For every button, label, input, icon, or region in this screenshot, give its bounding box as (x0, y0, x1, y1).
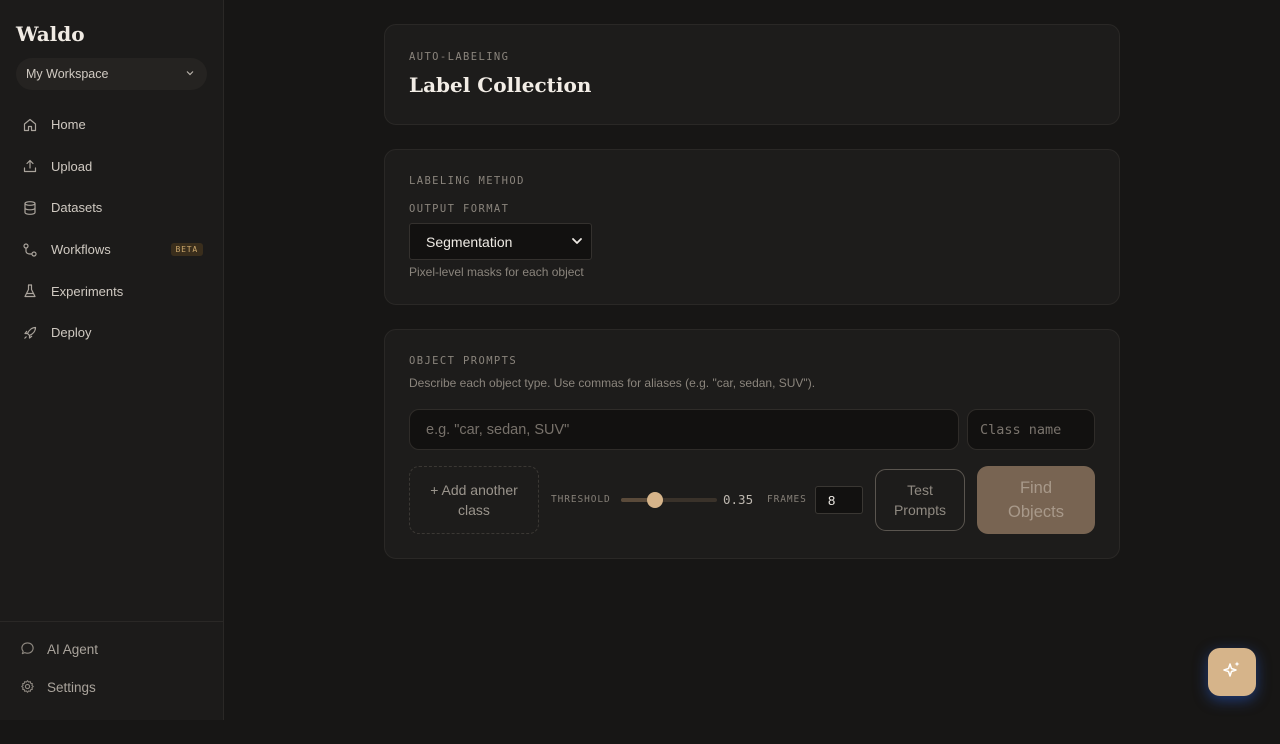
prompt-input-placeholder: e.g. "car, sedan, SUV" (426, 421, 570, 438)
output-format-select[interactable]: Segmentation (409, 223, 592, 260)
beta-badge: BETA (170, 242, 203, 256)
sidebar-item-label: AI Agent (47, 641, 99, 657)
sidebar-footer: AI Agent Settings (0, 621, 224, 706)
object-prompts-heading: OBJECT PROMPTS (409, 355, 518, 367)
labeling-method-heading: LABELING METHOD (409, 175, 525, 187)
sidebar-item-label: Home (51, 117, 86, 133)
chat-bubble-icon (20, 641, 36, 657)
test-prompts-label-line1: Test (907, 482, 933, 498)
find-objects-label-line1: Find (1019, 479, 1053, 497)
sidebar-item-deploy[interactable]: Deploy (16, 312, 207, 354)
rocket-icon (22, 325, 38, 341)
sidebar-item-ai-agent[interactable]: AI Agent (0, 630, 224, 668)
ai-assistant-button[interactable] (1208, 648, 1256, 696)
object-prompts-card: OBJECT PROMPTS Describe each object type… (384, 329, 1120, 559)
page-title: Label Collection (409, 73, 592, 97)
header-card: AUTO-LABELING Label Collection (384, 24, 1120, 125)
add-class-label-line1: + Add another (430, 482, 518, 498)
find-objects-button[interactable]: Find Objects (977, 466, 1095, 534)
threshold-label: THRESHOLD (551, 494, 611, 505)
gear-icon (20, 679, 36, 695)
output-format-value: Segmentation (426, 233, 513, 250)
sidebar-item-label: Datasets (51, 200, 103, 216)
sidebar-item-experiments[interactable]: Experiments (16, 270, 207, 312)
chevron-down-icon (571, 234, 583, 250)
sidebar-item-workflows[interactable]: Workflows BETA (16, 229, 207, 271)
output-format-label: OUTPUT FORMAT (409, 203, 510, 215)
output-format-hint: Pixel-level masks for each object (409, 265, 584, 279)
sidebar-item-label: Settings (47, 679, 96, 695)
frames-label: FRAMES (767, 494, 807, 505)
sidebar-item-settings[interactable]: Settings (0, 668, 224, 706)
add-class-button[interactable]: + Add another class (409, 466, 539, 534)
workflow-icon (22, 242, 38, 258)
sidebar-item-label: Experiments (51, 283, 124, 299)
sidebar-item-label: Workflows (51, 242, 111, 258)
sidebar-item-datasets[interactable]: Datasets (16, 187, 207, 229)
threshold-slider[interactable] (621, 492, 717, 508)
sidebar-item-upload[interactable]: Upload (16, 146, 207, 188)
database-icon (22, 200, 38, 216)
home-icon (22, 117, 38, 133)
main-nav: Home Upload Datasets Workflows BETA Expe… (16, 104, 207, 354)
sparkle-icon (1221, 659, 1243, 686)
sidebar-item-home[interactable]: Home (16, 104, 207, 146)
threshold-value: 0.35 (723, 492, 754, 507)
class-name-placeholder: Class name (980, 421, 1062, 438)
threshold-slider-thumb[interactable] (646, 492, 663, 508)
add-class-label-line2: class (458, 502, 490, 518)
test-prompts-button[interactable]: Test Prompts (875, 469, 965, 531)
frames-input[interactable]: 8 (815, 486, 863, 514)
workspace-selector[interactable]: My Workspace (16, 58, 207, 90)
labeling-method-card: LABELING METHOD OUTPUT FORMAT Segmentati… (384, 149, 1120, 305)
prompt-input[interactable]: e.g. "car, sedan, SUV" (409, 409, 959, 450)
find-objects-label-line2: Objects (1008, 503, 1064, 521)
sidebar-item-label: Deploy (51, 325, 92, 341)
page-eyebrow: AUTO-LABELING (409, 51, 510, 63)
upload-icon (22, 158, 38, 174)
chevron-down-icon (185, 67, 195, 81)
test-prompts-label-line2: Prompts (893, 502, 947, 518)
flask-icon (22, 283, 38, 299)
object-prompts-description: Describe each object type. Use commas fo… (409, 376, 816, 390)
workspace-label: My Workspace (26, 67, 109, 81)
class-name-input[interactable]: Class name (967, 409, 1095, 450)
sidebar: Waldo My Workspace Home Upload Datasets (0, 0, 224, 720)
brand-logo: Waldo (16, 22, 85, 46)
frames-value: 8 (828, 492, 836, 508)
sidebar-item-label: Upload (51, 158, 93, 174)
